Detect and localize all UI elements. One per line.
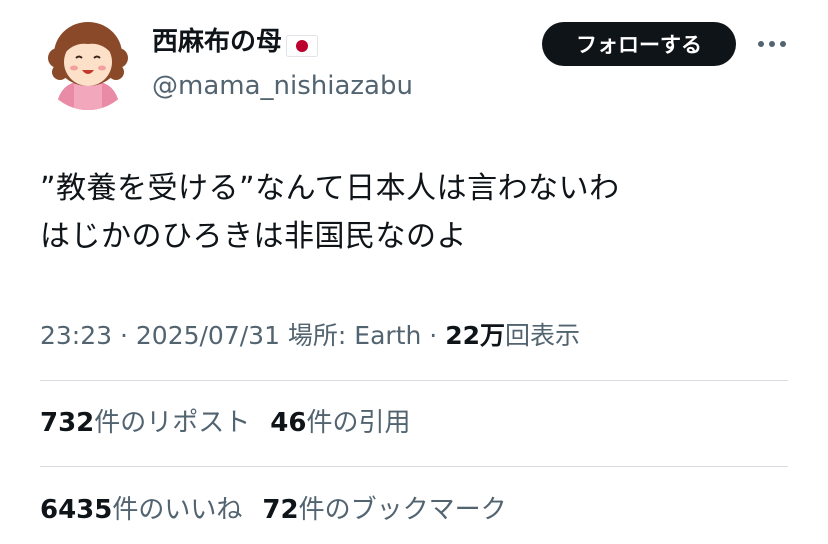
bookmarks-stat[interactable]: 72件のブックマーク <box>262 495 506 525</box>
tweet-line-2: はじかのひろきは非国民なのよ <box>40 219 467 254</box>
stats-row-likes: 6435件のいいね 72件のブックマーク <box>40 490 507 530</box>
meta-separator: · <box>421 321 446 350</box>
meta-separator: · <box>112 321 136 350</box>
tweet-time[interactable]: 23:23 <box>40 321 112 350</box>
mother-illustration-avatar-icon <box>40 14 136 110</box>
display-name[interactable]: 西麻布の母 <box>152 24 319 60</box>
divider <box>40 466 788 467</box>
quotes-label: 件の引用 <box>306 408 411 438</box>
tweet-date[interactable]: 2025/07/31 <box>136 321 280 350</box>
user-handle[interactable]: @mama_nishiazabu <box>152 68 413 104</box>
likes-count: 6435 <box>40 495 113 525</box>
likes-stat[interactable]: 6435件のいいね <box>40 495 242 525</box>
tweet-location: 場所: Earth <box>279 321 422 350</box>
divider <box>40 380 788 381</box>
likes-label: 件のいいね <box>112 495 243 525</box>
bookmarks-count: 72 <box>262 495 299 525</box>
follow-button[interactable]: フォローする <box>542 22 736 66</box>
stats-row-reposts: 732件のリポスト 46件の引用 <box>40 403 411 443</box>
reposts-count: 732 <box>40 408 95 438</box>
quotes-count: 46 <box>270 408 307 438</box>
reposts-stat[interactable]: 732件のリポスト <box>40 408 250 438</box>
tweet-text: ”教養を受ける”なんて日本人は言わないわ はじかのひろきは非国民なのよ <box>40 165 800 261</box>
tweet-line-1: ”教養を受ける”なんて日本人は言わないわ <box>40 171 620 206</box>
views-count: 22万 <box>445 321 505 350</box>
views-label: 回表示 <box>504 321 580 350</box>
more-horizontal-icon[interactable] <box>752 30 792 58</box>
avatar[interactable] <box>40 14 136 110</box>
reposts-label: 件のリポスト <box>94 408 251 438</box>
quotes-stat[interactable]: 46件の引用 <box>270 408 410 438</box>
bookmarks-label: 件のブックマーク <box>298 495 507 525</box>
tweet-meta: 23:23 · 2025/07/31 場所: Earth · 22万回表示 <box>40 316 580 356</box>
display-name-text: 西麻布の母 <box>152 27 283 57</box>
japan-flag-icon <box>286 31 319 57</box>
